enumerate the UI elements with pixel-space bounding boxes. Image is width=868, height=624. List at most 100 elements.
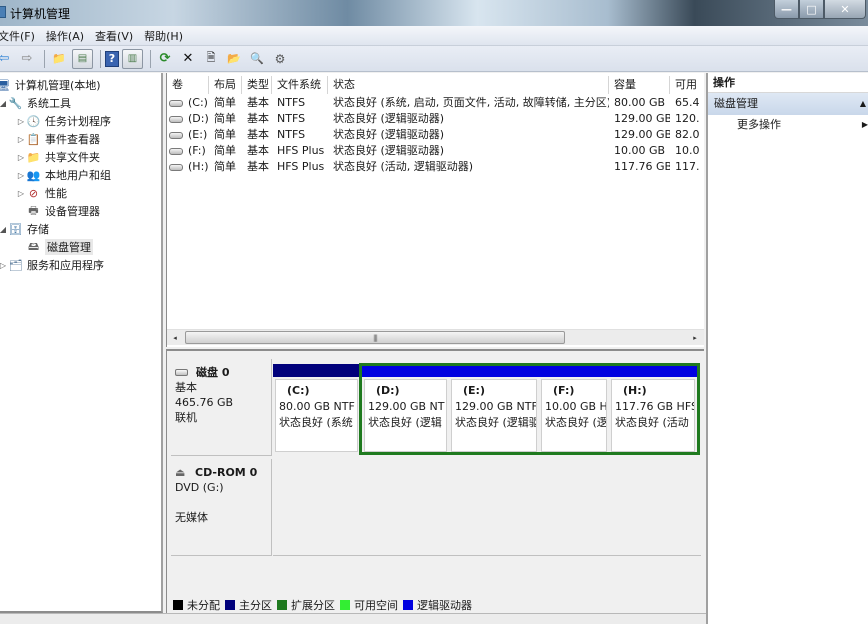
disk-0-info[interactable]: 磁盘 0 基本 465.76 GB 联机 xyxy=(171,359,272,456)
menu-action[interactable]: 操作(A) xyxy=(46,28,91,44)
tree-item-label: 本地用户和组 xyxy=(45,169,111,182)
tree-item-local-users-groups[interactable]: ▷ 👥 本地用户和组 xyxy=(16,166,111,184)
up-folder-icon[interactable]: 📁 xyxy=(49,49,69,69)
legend-label: 主分区 xyxy=(239,599,272,612)
legend-swatch xyxy=(173,600,183,610)
volume-name: (F:) xyxy=(188,144,206,157)
tree-item-label: 存储 xyxy=(27,223,49,236)
collapse-caret-icon[interactable]: ▲ xyxy=(860,93,866,115)
actions-section-disk-management[interactable]: 磁盘管理 ▲ xyxy=(708,93,868,115)
volume-name: (C:) xyxy=(188,96,208,109)
maximize-button[interactable]: □ xyxy=(799,0,824,19)
collapse-icon[interactable]: ◢ xyxy=(0,99,8,108)
tree-item-storage[interactable]: ◢ 🗄 存储 xyxy=(0,220,49,238)
legend-swatch xyxy=(403,600,413,610)
menu-help[interactable]: 帮助(H) xyxy=(144,28,190,44)
hard-disk-icon xyxy=(175,369,188,376)
expand-icon[interactable]: ▷ xyxy=(0,261,8,270)
partition-c[interactable]: (C:) 80.00 GB NTF 状态良好 (系统 xyxy=(273,364,359,454)
scroll-left-icon[interactable]: ◂ xyxy=(167,330,183,346)
section-label: 磁盘管理 xyxy=(714,97,758,110)
expand-icon[interactable]: ▷ xyxy=(16,135,26,144)
menu-bar: 文件(F) 操作(A) 查看(V) 帮助(H) xyxy=(0,26,868,46)
show-hide-action-pane-icon[interactable]: ▥ xyxy=(122,48,143,69)
type-cell: 基本 xyxy=(247,128,269,141)
settings-icon[interactable]: ⚙ xyxy=(270,49,290,69)
disk-0-name-row: 磁盘 0 xyxy=(175,365,271,380)
tree-item-services-applications[interactable]: ▷ 🗂 服务和应用程序 xyxy=(0,256,104,274)
table-row[interactable]: (D:) 简单 基本 NTFS 状态良好 (逻辑驱动器) 129.00 GB 1… xyxy=(167,111,704,127)
filesystem-cell: HFS Plus xyxy=(277,144,325,157)
column-header-layout[interactable]: 布局 xyxy=(209,76,242,94)
column-header-filesystem[interactable]: 文件系统 xyxy=(272,76,328,94)
event-viewer-icon: 📋 xyxy=(26,132,41,146)
help-icon[interactable]: ? xyxy=(105,50,119,67)
column-header-status[interactable]: 状态 xyxy=(328,76,609,94)
tree-item-disk-management[interactable]: 🖴 磁盘管理 xyxy=(16,238,93,256)
collapse-icon[interactable]: ◢ xyxy=(0,225,8,234)
users-icon: 👥 xyxy=(26,168,41,182)
type-cell: 基本 xyxy=(247,144,269,157)
volume-cell: (C:) xyxy=(167,95,209,111)
expand-icon[interactable]: ▷ xyxy=(16,153,26,162)
refresh-icon[interactable]: ⟳ xyxy=(155,49,175,69)
forward-icon[interactable]: ⇨ xyxy=(17,49,37,69)
tree-item-performance[interactable]: ▷ ⊘ 性能 xyxy=(16,184,67,202)
scrollbar-thumb[interactable]: ||| xyxy=(185,331,565,344)
table-row[interactable]: (H:) 简单 基本 HFS Plus 状态良好 (活动, 逻辑驱动器) 117… xyxy=(167,159,704,175)
tree-item-device-manager[interactable]: 🖶 设备管理器 xyxy=(16,202,100,220)
layout-cell: 简单 xyxy=(214,160,236,173)
delete-icon[interactable]: ✕ xyxy=(178,49,198,69)
cdrom-0-info[interactable]: ⏏ CD-ROM 0 DVD (G:) 无媒体 xyxy=(171,459,272,556)
column-header-volume[interactable]: 卷 xyxy=(167,76,209,94)
disk-size: 465.76 GB xyxy=(175,396,234,409)
horizontal-scrollbar[interactable]: ◂ ||| ▸ xyxy=(167,329,704,345)
open-folder-icon[interactable]: 📂 xyxy=(224,49,244,69)
column-header-type[interactable]: 类型 xyxy=(242,76,272,94)
expand-icon[interactable]: ▷ xyxy=(16,189,26,198)
search-icon[interactable]: 🔍 xyxy=(247,49,267,69)
column-header-free[interactable]: 可用 xyxy=(670,76,704,94)
legend-swatch xyxy=(225,600,235,610)
menu-view[interactable]: 查看(V) xyxy=(95,28,140,44)
menu-file[interactable]: 文件(F) xyxy=(0,28,42,44)
storage-icon: 🗄 xyxy=(8,222,23,236)
device-manager-icon: 🖶 xyxy=(28,203,39,217)
table-row[interactable]: (F:) 简单 基本 HFS Plus 状态良好 (逻辑驱动器) 10.00 G… xyxy=(167,143,704,159)
properties-icon[interactable]: 🗎 xyxy=(201,49,221,69)
disk-name: CD-ROM 0 xyxy=(195,466,258,479)
legend-label: 未分配 xyxy=(187,599,220,612)
cdrom-0-region xyxy=(273,459,701,556)
show-hide-tree-icon[interactable]: ▤ xyxy=(72,48,93,69)
navigation-tree: 🖥 计算机管理(本地) ◢ 🔧 系统工具 ▷ 🕓 任务计划程序 ▷ 📋 事件查看… xyxy=(0,73,163,613)
volume-list: 卷 布局 类型 文件系统 状态 容量 可用 (C:) 简单 基本 NTFS 状态… xyxy=(166,73,704,347)
column-header-capacity[interactable]: 容量 xyxy=(609,76,670,94)
tree-item-label: 任务计划程序 xyxy=(45,115,111,128)
scroll-right-icon[interactable]: ▸ xyxy=(687,330,703,346)
table-row[interactable]: (E:) 简单 基本 NTFS 状态良好 (逻辑驱动器) 129.00 GB 8… xyxy=(167,127,704,143)
volume-cell: (H:) xyxy=(167,159,209,175)
title-bar: 计算机管理 — □ ✕ xyxy=(0,0,868,26)
minimize-button[interactable]: — xyxy=(774,0,799,19)
tree-item-system-tools[interactable]: ◢ 🔧 系统工具 xyxy=(0,94,71,112)
legend-item-primary: 主分区 xyxy=(223,597,272,613)
tree-item-shared-folders[interactable]: ▷ 📁 共享文件夹 xyxy=(16,148,100,166)
expand-icon[interactable]: ▷ xyxy=(16,171,26,180)
partition-body: (C:) 80.00 GB NTF 状态良好 (系统 xyxy=(275,379,358,452)
extended-partition-frame xyxy=(359,363,700,455)
status-cell: 状态良好 (逻辑驱动器) xyxy=(333,112,445,125)
tree-item-computer-management[interactable]: 🖥 计算机管理(本地) xyxy=(0,76,101,94)
status-cell: 状态良好 (逻辑驱动器) xyxy=(333,128,445,141)
expand-icon[interactable]: ▷ xyxy=(16,117,26,126)
back-icon[interactable]: ⇦ xyxy=(0,49,14,69)
action-more-actions[interactable]: 更多操作 ▶ xyxy=(708,115,868,135)
drive-icon xyxy=(169,147,183,155)
tree-item-event-viewer[interactable]: ▷ 📋 事件查看器 xyxy=(16,130,100,148)
status-cell: 状态良好 (系统, 启动, 页面文件, 活动, 故障转储, 主分区) xyxy=(333,96,609,109)
free-cell: 117. xyxy=(675,160,700,173)
window-title: 计算机管理 xyxy=(10,7,71,21)
table-row[interactable]: (C:) 简单 基本 NTFS 状态良好 (系统, 启动, 页面文件, 活动, … xyxy=(167,95,704,111)
close-button[interactable]: ✕ xyxy=(824,0,866,19)
tree-item-task-scheduler[interactable]: ▷ 🕓 任务计划程序 xyxy=(16,112,111,130)
